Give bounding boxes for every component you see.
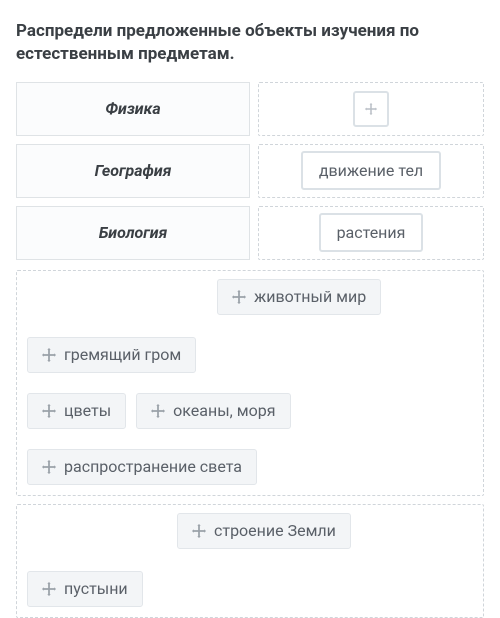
chip-label: животный мир xyxy=(254,289,366,305)
category-label-geography: География xyxy=(16,144,250,198)
category-row: География движение тел xyxy=(16,144,484,198)
chip-label: цветы xyxy=(64,403,111,419)
category-rows: Физика География движение тел Биология р… xyxy=(16,82,484,260)
chip-item[interactable]: животный мир xyxy=(217,279,381,315)
chip-label: пустыни xyxy=(64,581,128,597)
move-icon xyxy=(192,524,206,538)
category-row: Физика xyxy=(16,82,484,136)
move-icon xyxy=(42,404,56,418)
dropzone-physics[interactable] xyxy=(258,82,484,136)
chip-item[interactable]: цветы xyxy=(27,393,126,429)
dropzone-biology[interactable]: растения xyxy=(258,206,484,260)
chip-item[interactable]: океаны, моря xyxy=(136,393,290,429)
dropzone-geography[interactable]: движение тел xyxy=(258,144,484,198)
chip-item[interactable]: строение Земли xyxy=(177,513,351,549)
category-label-biology: Биология xyxy=(16,206,250,260)
chip-bank[interactable]: животный мир гремящий гром цветы океаны,… xyxy=(16,270,484,496)
task-prompt: Распредели предложенные объекты изучения… xyxy=(16,20,484,66)
move-icon xyxy=(151,404,165,418)
chip-label: океаны, моря xyxy=(173,403,275,419)
move-icon xyxy=(232,290,246,304)
placed-chip[interactable]: движение тел xyxy=(301,151,441,190)
move-icon xyxy=(365,103,377,115)
category-row: Биология растения xyxy=(16,206,484,260)
placed-chip[interactable]: растения xyxy=(319,213,424,252)
bank-leading-gap xyxy=(27,279,207,317)
chip-item[interactable]: гремящий гром xyxy=(27,337,196,373)
chip-label: строение Земли xyxy=(214,523,336,539)
bank-leading-gap xyxy=(27,513,167,551)
move-icon xyxy=(42,460,56,474)
move-icon xyxy=(42,348,56,362)
category-label-physics: Физика xyxy=(16,82,250,136)
placed-chip-empty[interactable] xyxy=(353,91,389,127)
chip-label: гремящий гром xyxy=(64,347,181,363)
move-icon xyxy=(42,582,56,596)
chip-item[interactable]: распространение света xyxy=(27,449,257,485)
chip-bank[interactable]: строение Земли пустыни xyxy=(16,504,484,618)
chip-label: распространение света xyxy=(64,459,242,475)
chip-item[interactable]: пустыни xyxy=(27,571,143,607)
